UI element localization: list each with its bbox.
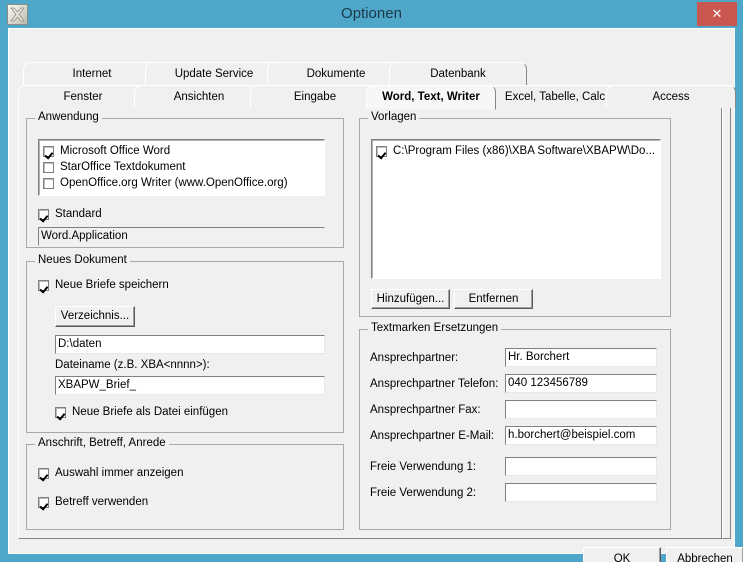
titlebar: Optionen ✕ bbox=[0, 0, 743, 28]
hinzufuegen-button[interactable]: Hinzufügen... bbox=[371, 289, 450, 309]
tab-label: Update Service bbox=[174, 68, 254, 80]
ansprechpartner-email-field[interactable]: h.borchert@beispiel.com bbox=[505, 426, 657, 445]
checkbox-betreff-verwenden[interactable] bbox=[38, 496, 49, 508]
tab-label: Excel, Tabelle, Calc bbox=[504, 91, 606, 103]
group-anwendung: Anwendung Microsoft Office Word StarOffi… bbox=[26, 111, 344, 248]
group-title: Vorlagen bbox=[368, 111, 420, 123]
ansprechpartner-label: Ansprechpartner: bbox=[370, 352, 459, 364]
filename-label: Dateiname (z.B. XBA<nnnn>): bbox=[55, 359, 210, 371]
checkbox-row-standard[interactable]: Standard bbox=[38, 208, 102, 220]
tab-excel-tabelle-calc[interactable]: Excel, Tabelle, Calc bbox=[490, 85, 620, 108]
page-title: Optionen bbox=[341, 5, 402, 22]
directory-path-field[interactable]: D:\daten bbox=[55, 335, 325, 354]
cancel-button[interactable]: Abbrechen bbox=[666, 547, 743, 562]
ansprechpartner-fax-field[interactable] bbox=[505, 400, 657, 419]
tab-datenbank[interactable]: Datenbank bbox=[389, 62, 527, 85]
checkbox-row-neue-briefe-als-datei-einfuegen[interactable]: Neue Briefe als Datei einfügen bbox=[55, 406, 228, 418]
list-item-label: C:\Program Files (x86)\XBA Software\XBAP… bbox=[393, 145, 656, 157]
group-title: Anschrift, Betreff, Anrede bbox=[35, 437, 169, 449]
tab-ansichten[interactable]: Ansichten bbox=[134, 85, 264, 108]
tab-label: Eingabe bbox=[293, 91, 337, 103]
ok-button[interactable]: OK bbox=[583, 547, 661, 562]
list-item-label: OpenOffice.org Writer (www.OpenOffice.or… bbox=[60, 177, 288, 189]
templates-listbox[interactable]: C:\Program Files (x86)\XBA Software\XBAP… bbox=[371, 139, 661, 279]
checkbox-label: Standard bbox=[55, 208, 102, 220]
tab-internet[interactable]: Internet bbox=[23, 62, 161, 85]
tab-fenster[interactable]: Fenster bbox=[18, 85, 148, 108]
ansprechpartner-fax-label: Ansprechpartner Fax: bbox=[370, 404, 481, 416]
tabpage-word-text-writer: Anwendung Microsoft Office Word StarOffi… bbox=[18, 107, 722, 539]
group-title: Anwendung bbox=[35, 111, 102, 123]
tab-label: Word, Text, Writer bbox=[382, 91, 480, 103]
application-listbox[interactable]: Microsoft Office Word StarOffice Textdok… bbox=[38, 139, 325, 196]
checkbox-row-betreff-verwenden[interactable]: Betreff verwenden bbox=[38, 496, 148, 508]
ansprechpartner-email-label: Ansprechpartner E-Mail: bbox=[370, 430, 494, 442]
ansprechpartner-telefon-label: Ansprechpartner Telefon: bbox=[370, 378, 499, 390]
list-item[interactable]: StarOffice Textdokument bbox=[39, 159, 324, 175]
close-icon[interactable]: ✕ bbox=[697, 2, 737, 26]
tab-eingabe[interactable]: Eingabe bbox=[250, 85, 380, 108]
checkbox-neue-briefe-speichern[interactable] bbox=[38, 279, 49, 291]
filename-field[interactable]: XBAPW_Brief_ bbox=[55, 376, 325, 395]
list-item[interactable]: Microsoft Office Word bbox=[39, 143, 324, 159]
list-item[interactable]: C:\Program Files (x86)\XBA Software\XBAP… bbox=[372, 143, 660, 159]
options-dialog-window: Optionen ✕ Internet Update Service Dokum… bbox=[0, 0, 743, 562]
tab-label: Access bbox=[652, 91, 690, 103]
checkbox-microsoft-office-word[interactable] bbox=[43, 145, 54, 157]
list-item-label: StarOffice Textdokument bbox=[60, 161, 186, 173]
list-item[interactable]: OpenOffice.org Writer (www.OpenOffice.or… bbox=[39, 175, 324, 191]
entfernen-button[interactable]: Entfernen bbox=[454, 289, 533, 309]
checkbox-staroffice-textdokument[interactable] bbox=[43, 161, 54, 173]
freie-verwendung-2-field[interactable] bbox=[505, 483, 657, 502]
checkbox-neue-briefe-als-datei-einfuegen[interactable] bbox=[55, 406, 66, 418]
freie-verwendung-1-field[interactable] bbox=[505, 457, 657, 476]
checkbox-template-path[interactable] bbox=[376, 145, 387, 157]
group-title: Textmarken Ersetzungen bbox=[368, 322, 502, 334]
group-vorlagen: Vorlagen C:\Program Files (x86)\XBA Soft… bbox=[359, 111, 671, 317]
list-item-label: Microsoft Office Word bbox=[60, 145, 171, 157]
ansprechpartner-telefon-field[interactable]: 040 123456789 bbox=[505, 374, 657, 393]
freie-verwendung-1-label: Freie Verwendung 1: bbox=[370, 461, 477, 473]
checkbox-label: Betreff verwenden bbox=[55, 496, 149, 508]
tab-update-service[interactable]: Update Service bbox=[145, 62, 283, 85]
tab-label: Datenbank bbox=[430, 68, 486, 80]
checkbox-openoffice-writer[interactable] bbox=[43, 177, 54, 189]
checkbox-row-neue-briefe-speichern[interactable]: Neue Briefe speichern bbox=[38, 279, 169, 291]
standard-application-field: Word.Application bbox=[38, 227, 325, 246]
tab-dokumente[interactable]: Dokumente bbox=[267, 62, 405, 85]
tab-label: Dokumente bbox=[306, 68, 366, 80]
freie-verwendung-2-label: Freie Verwendung 2: bbox=[370, 487, 477, 499]
group-textmarken-ersetzungen: Textmarken Ersetzungen Ansprechpartner: … bbox=[359, 322, 671, 530]
ansprechpartner-field[interactable]: Hr. Borchert bbox=[505, 348, 657, 367]
checkbox-label: Neue Briefe speichern bbox=[55, 279, 169, 291]
dialog-client-area: Internet Update Service Dokumente Datenb… bbox=[8, 28, 743, 562]
group-title: Neues Dokument bbox=[35, 254, 130, 266]
checkbox-label: Neue Briefe als Datei einfügen bbox=[72, 406, 228, 418]
tab-overflow-stub[interactable] bbox=[722, 85, 731, 539]
checkbox-row-auswahl-immer-anzeigen[interactable]: Auswahl immer anzeigen bbox=[38, 467, 183, 479]
tab-label: Fenster bbox=[63, 91, 103, 103]
checkbox-auswahl-immer-anzeigen[interactable] bbox=[38, 467, 49, 479]
verzeichnis-button[interactable]: Verzeichnis... bbox=[55, 306, 135, 327]
group-anschrift-betreff-anrede: Anschrift, Betreff, Anrede Auswahl immer… bbox=[26, 437, 344, 530]
tab-access[interactable]: Access bbox=[606, 85, 736, 108]
checkbox-label: Auswahl immer anzeigen bbox=[55, 467, 184, 479]
tab-label: Internet bbox=[72, 68, 112, 80]
tab-word-text-writer[interactable]: Word, Text, Writer bbox=[366, 85, 496, 110]
group-neues-dokument: Neues Dokument Neue Briefe speichern Ver… bbox=[26, 254, 344, 433]
checkbox-standard[interactable] bbox=[38, 208, 49, 220]
tab-label: Ansichten bbox=[173, 91, 225, 103]
